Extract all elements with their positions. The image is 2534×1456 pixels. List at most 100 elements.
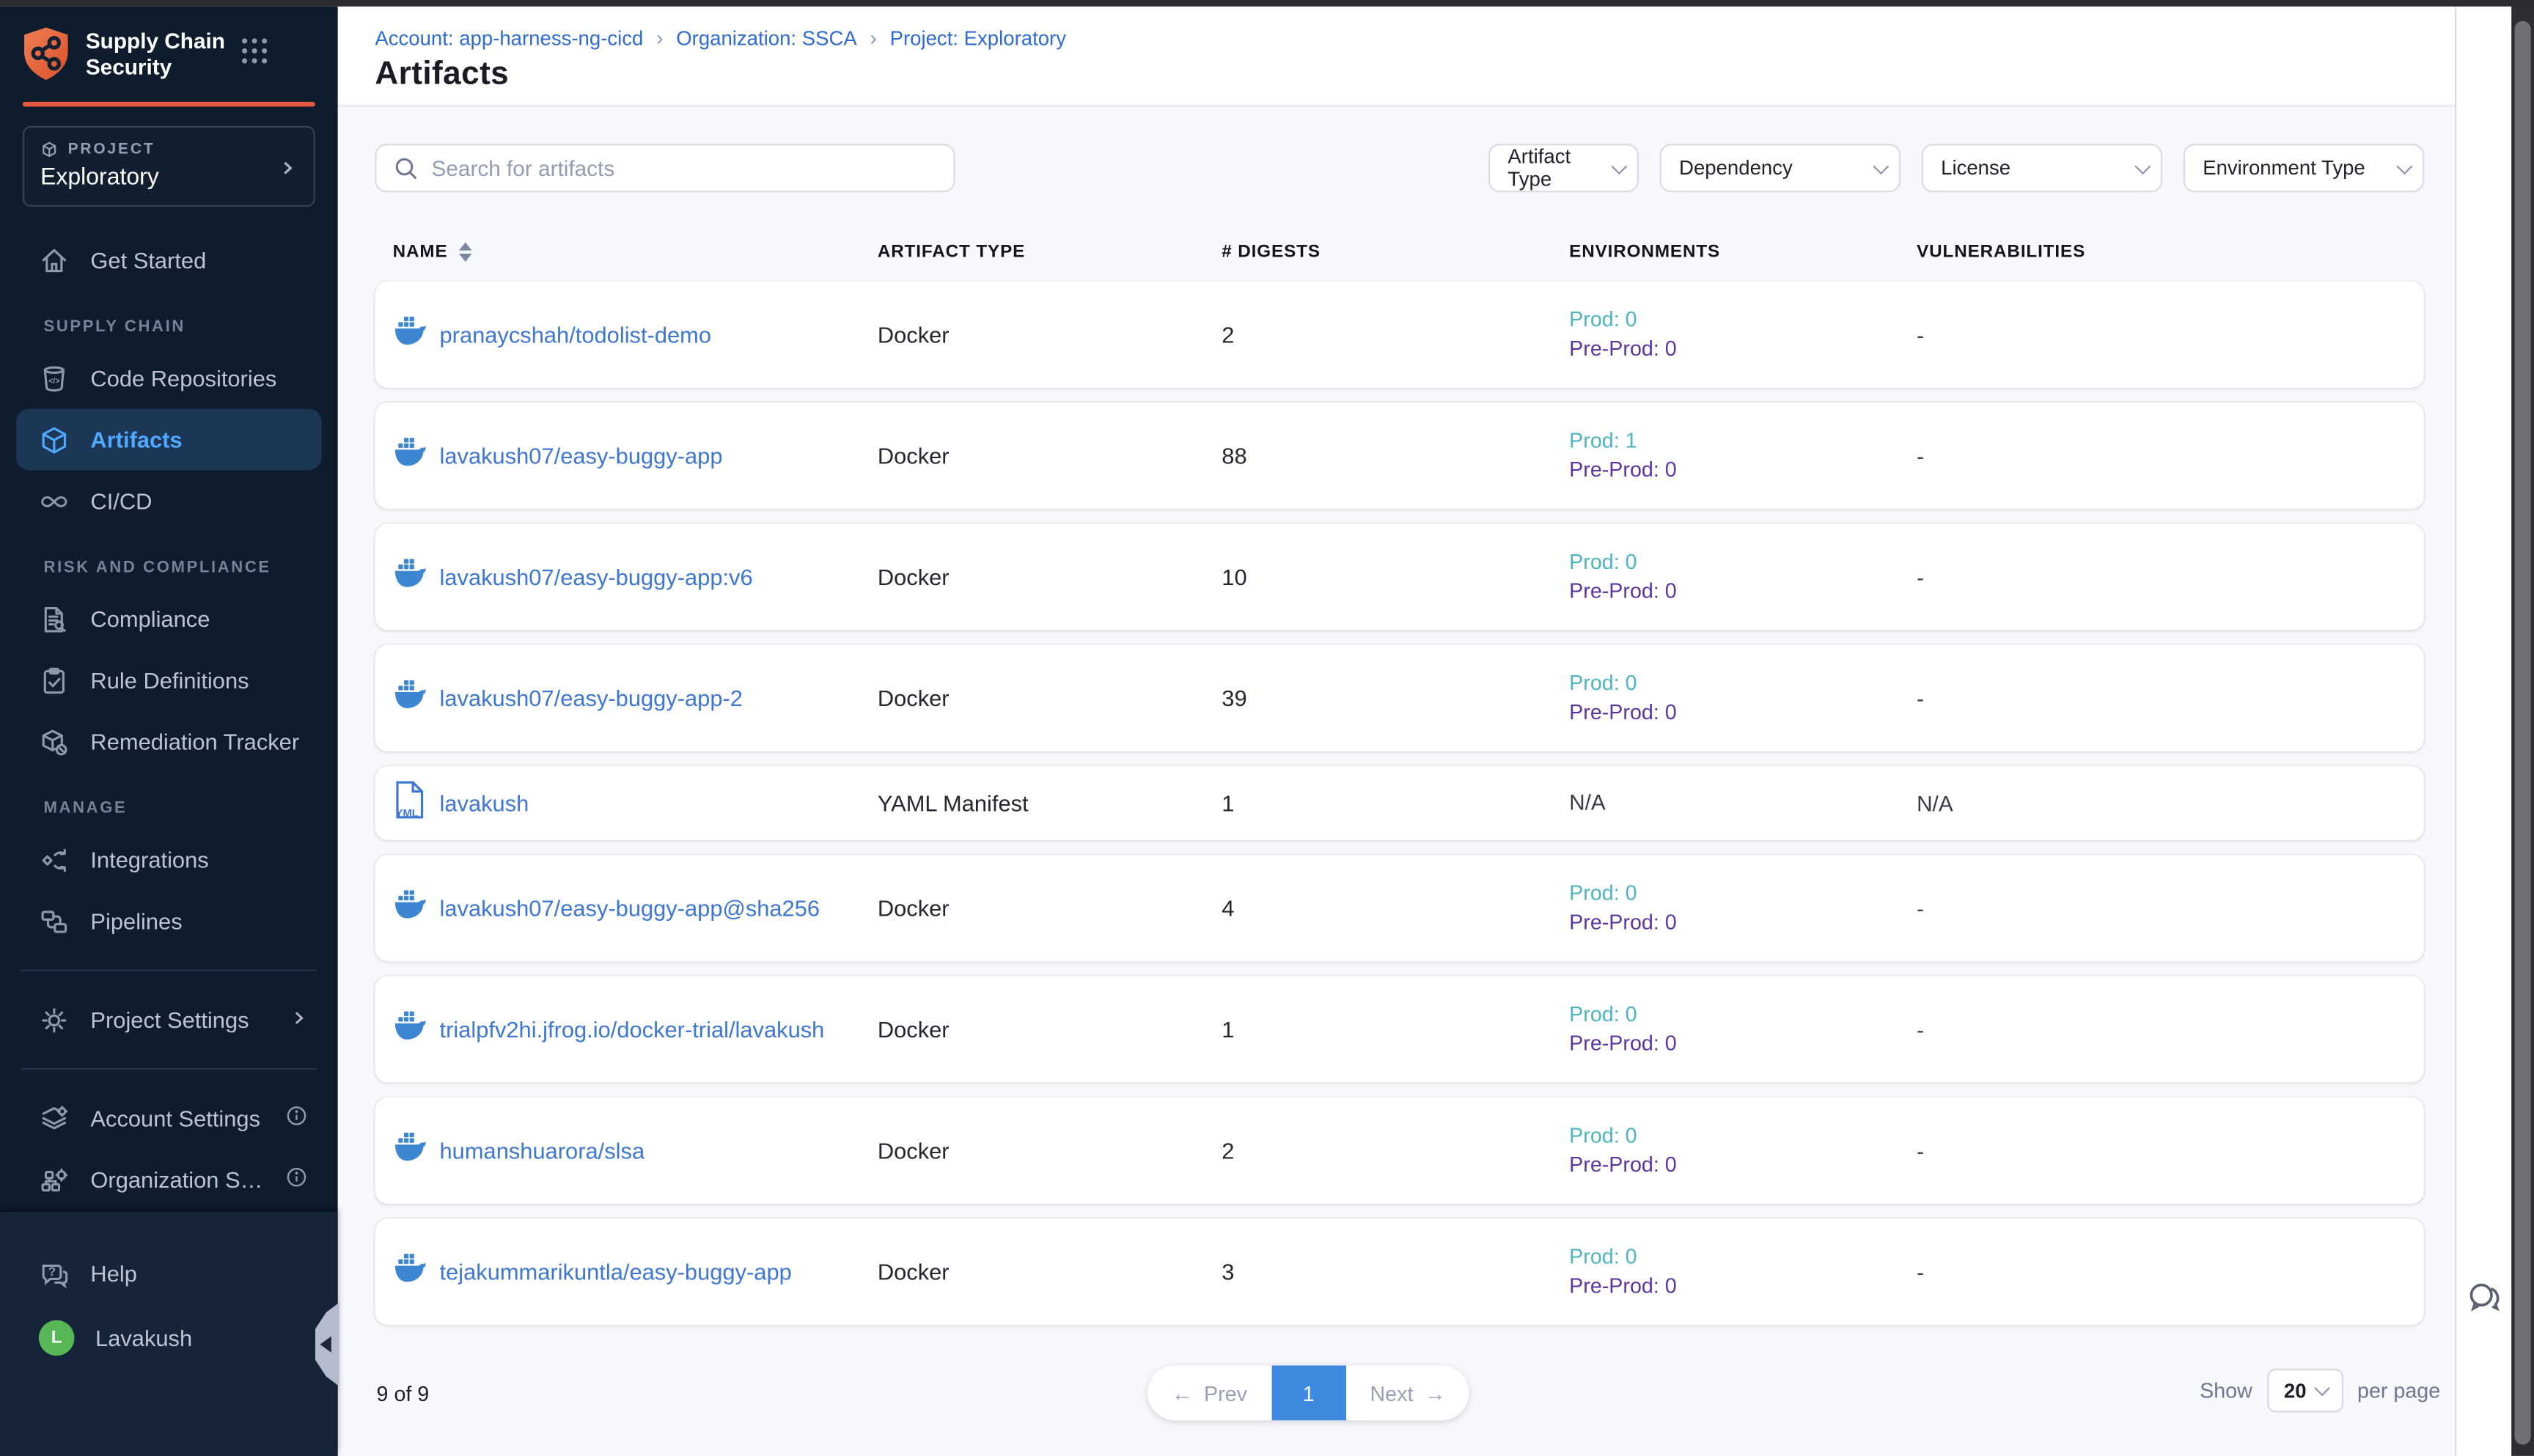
env-prod-link[interactable]: Prod: 0 (1569, 1242, 1917, 1272)
chevron-down-icon (2397, 158, 2413, 174)
shield-logo-icon (21, 26, 71, 82)
docker-icon (393, 1252, 428, 1291)
table-row-trialpfv2hi-jfrog-io-docker-trial-lavakush[interactable]: trialpfv2hi.jfrog.io/docker-trial/lavaku… (375, 976, 2424, 1082)
table-row-humanshuarora-slsa[interactable]: humanshuarora/slsaDocker2Prod: 0Pre-Prod… (375, 1097, 2424, 1204)
vulnerabilities-cell: - (1917, 686, 2424, 710)
page-size-select[interactable]: 20 (2267, 1369, 2343, 1413)
env-preprod-link[interactable]: Pre-Prod: 0 (1569, 1150, 1917, 1180)
window-scrollbar[interactable] (2511, 0, 2534, 1456)
project-selector[interactable]: PROJECT Exploratory (23, 126, 315, 207)
sidebar-item-artifacts[interactable]: Artifacts (16, 409, 322, 471)
sidebar-item-account-settings[interactable]: Account Settings (16, 1087, 322, 1149)
cube-icon (40, 141, 58, 158)
filter-dropdown-artifact-type[interactable]: Artifact Type (1488, 144, 1639, 192)
artifact-name-link[interactable]: pranaycshah/todolist-demo (440, 322, 878, 348)
app-switcher-grid-icon[interactable] (240, 37, 268, 73)
table-row-lavakush[interactable]: YMLlavakushYAML Manifest1N/AN/A (375, 766, 2424, 840)
sidebar-item-code-repositories[interactable]: </>Code Repositories (16, 348, 322, 409)
sidebar-item-project-settings[interactable]: Project Settings (16, 989, 322, 1051)
vulnerabilities-cell: - (1917, 896, 2424, 920)
artifact-name-link[interactable]: trialpfv2hi.jfrog.io/docker-trial/lavaku… (440, 1016, 878, 1042)
current-page-button[interactable]: 1 (1271, 1365, 1345, 1420)
env-prod-link[interactable]: Prod: 0 (1569, 999, 1917, 1029)
app-root: Supply Chain Security PROJECT Explorator… (0, 0, 2534, 1456)
sidebar-item-get-started[interactable]: Get Started (16, 229, 322, 291)
vulnerabilities-cell: N/A (1917, 791, 2424, 815)
next-page-button[interactable]: Next → (1345, 1365, 1469, 1420)
svg-text:?: ? (48, 1264, 56, 1278)
env-preprod-link[interactable]: Pre-Prod: 0 (1569, 334, 1917, 364)
artifact-icon-cell (393, 557, 440, 596)
env-prod-link[interactable]: Prod: 0 (1569, 304, 1917, 334)
scrollbar-thumb[interactable] (2515, 21, 2531, 1445)
table-row-tejakummarikuntla-easy-buggy-app[interactable]: tejakummarikuntla/easy-buggy-appDocker3P… (375, 1218, 2424, 1325)
filter-dropdown-environment-type[interactable]: Environment Type (2184, 144, 2424, 192)
breadcrumb-link-2[interactable]: Project: Exploratory (890, 27, 1066, 50)
sidebar-item-help[interactable]: ? Help (16, 1241, 322, 1306)
app-logo: Supply Chain Security (0, 7, 338, 95)
env-preprod-link[interactable]: Pre-Prod: 0 (1569, 908, 1917, 938)
table-row-lavakush07-easy-buggy-app-v6[interactable]: lavakush07/easy-buggy-app:v6Docker10Prod… (375, 523, 2424, 630)
artifacts-table: pranaycshah/todolist-demoDocker2Prod: 0P… (375, 282, 2424, 1326)
brand-accent-line (23, 102, 315, 107)
next-arrow-icon: → (1425, 1380, 1446, 1405)
nav-section-supply-chain: SUPPLY CHAIN (0, 291, 338, 348)
artifact-name-link[interactable]: lavakush07/easy-buggy-app (440, 443, 878, 468)
env-preprod-link[interactable]: Pre-Prod: 0 (1569, 1029, 1917, 1059)
search-input[interactable] (431, 145, 940, 191)
artifact-name-link[interactable]: lavakush07/easy-buggy-app@sha256 (440, 895, 878, 921)
sidebar-item-pipelines[interactable]: Pipelines (16, 890, 322, 952)
artifact-icon-cell (393, 436, 440, 475)
sidebar-item-organization-settings[interactable]: Organization Settings (16, 1149, 322, 1210)
table-row-lavakush07-easy-buggy-app[interactable]: lavakush07/easy-buggy-appDocker88Prod: 1… (375, 402, 2424, 509)
sidebar-item-rule-definitions[interactable]: Rule Definitions (16, 650, 322, 711)
env-prod-link[interactable]: Prod: 0 (1569, 1121, 1917, 1151)
page-size-suffix-label: per page (2357, 1378, 2440, 1402)
sidebar-item-ci-cd[interactable]: CI/CD (16, 470, 322, 532)
sidebar-item-remediation-tracker[interactable]: Remediation Tracker (16, 711, 322, 773)
sidebar-item-integrations[interactable]: Integrations (16, 829, 322, 891)
env-preprod-link[interactable]: Pre-Prod: 0 (1569, 456, 1917, 486)
env-prod-link[interactable]: Prod: 0 (1569, 668, 1917, 698)
svg-text:YML: YML (395, 806, 419, 819)
chevron-down-icon (1873, 158, 1889, 174)
help-label: Help (90, 1260, 309, 1286)
table-row-pranaycshah-todolist-demo[interactable]: pranaycshah/todolist-demoDocker2Prod: 0P… (375, 282, 2424, 388)
support-chat-icon[interactable] (2464, 1276, 2505, 1317)
column-header-name[interactable]: NAME (393, 243, 878, 262)
env-prod-link[interactable]: Prod: 0 (1569, 547, 1917, 577)
user-avatar[interactable]: L (39, 1320, 74, 1356)
artifact-name-link[interactable]: lavakush (440, 790, 878, 816)
integrations-icon (39, 845, 70, 875)
env-prod-link[interactable]: Prod: 0 (1569, 878, 1917, 908)
breadcrumb-link-1[interactable]: Organization: SSCA (676, 27, 857, 50)
sort-icon[interactable] (459, 243, 472, 262)
env-preprod-link[interactable]: Pre-Prod: 0 (1569, 698, 1917, 728)
digests-cell: 2 (1222, 322, 1569, 348)
column-header-label: VULNERABILITIES (1917, 243, 2085, 262)
artifact-icon-cell (393, 1131, 440, 1170)
column-header-environments: ENVIRONMENTS (1569, 243, 1917, 262)
filter-dropdown-dependency[interactable]: Dependency (1660, 144, 1900, 192)
env-preprod-link[interactable]: Pre-Prod: 0 (1569, 577, 1917, 607)
filter-dropdown-license[interactable]: License (1922, 144, 2162, 192)
chevron-down-icon (2314, 1380, 2330, 1397)
artifact-name-link[interactable]: lavakush07/easy-buggy-app-2 (440, 685, 878, 711)
artifact-name-link[interactable]: lavakush07/easy-buggy-app:v6 (440, 564, 878, 589)
sidebar-item-user[interactable]: L Lavakush (16, 1306, 322, 1370)
filter-bar: Artifact Type Dependency License Environmen… (1488, 144, 2424, 192)
artifact-name-link[interactable]: tejakummarikuntla/easy-buggy-app (440, 1259, 878, 1284)
sidebar-item-compliance[interactable]: Compliance (16, 588, 322, 650)
table-row-lavakush07-easy-buggy-app-2[interactable]: lavakush07/easy-buggy-app-2Docker39Prod:… (375, 644, 2424, 751)
table-row-lavakush07-easy-buggy-app-sha256[interactable]: lavakush07/easy-buggy-app@sha256Docker4P… (375, 855, 2424, 961)
artifact-name-link[interactable]: humanshuarora/slsa (440, 1138, 878, 1163)
artifact-type-cell: Docker (878, 322, 1222, 348)
env-preprod-link[interactable]: Pre-Prod: 0 (1569, 1272, 1917, 1302)
breadcrumb-link-0[interactable]: Account: app-harness-ng-cicd (375, 27, 643, 50)
nav-section-risk-and-compliance: RISK AND COMPLIANCE (0, 532, 338, 588)
prev-page-button[interactable]: ← Prev (1147, 1365, 1271, 1420)
environments-cell: Prod: 0Pre-Prod: 0 (1569, 1121, 1917, 1181)
env-prod-link[interactable]: Prod: 1 (1569, 426, 1917, 456)
sidebar-item-label: Organization Settings (90, 1166, 263, 1192)
environments-cell: Prod: 1Pre-Prod: 0 (1569, 426, 1917, 486)
